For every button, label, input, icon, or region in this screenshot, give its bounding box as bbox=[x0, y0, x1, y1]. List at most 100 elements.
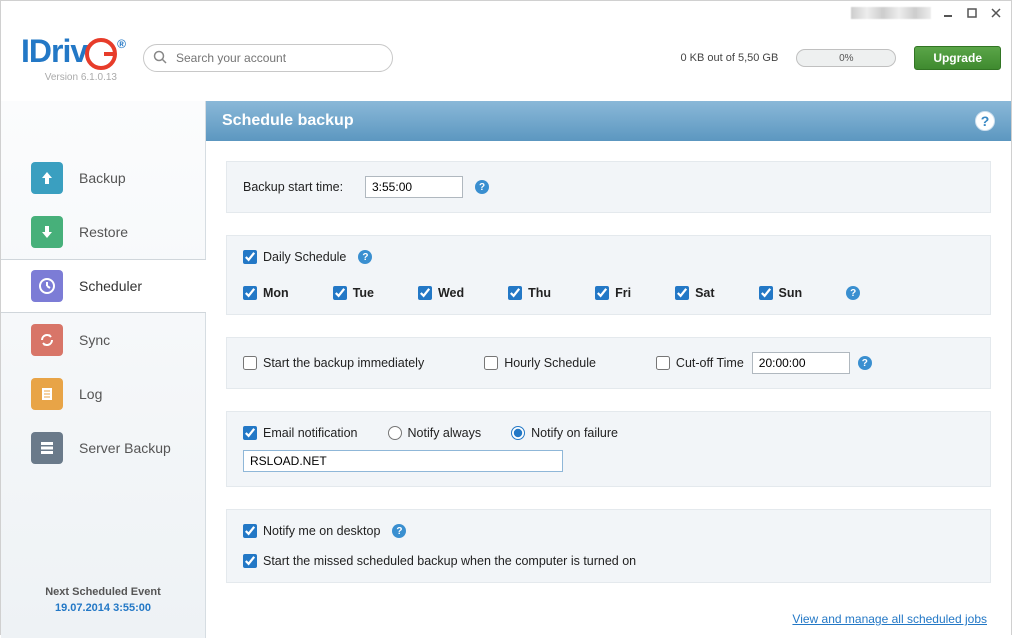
logo: IDriv® bbox=[21, 33, 125, 70]
next-event-label: Next Scheduled Event bbox=[1, 586, 205, 598]
storage-meter: 0% bbox=[796, 49, 896, 67]
logo-reg: ® bbox=[117, 37, 125, 51]
footer: View and manage all scheduled jobs bbox=[206, 606, 1011, 638]
immediate-input[interactable] bbox=[243, 356, 257, 370]
missed-backup-checkbox[interactable]: Start the missed scheduled backup when t… bbox=[243, 554, 636, 568]
notify-failure-radio[interactable]: Notify on failure bbox=[511, 426, 618, 440]
logo-block: IDriv® Version 6.1.0.13 bbox=[21, 33, 125, 83]
search-input[interactable] bbox=[143, 44, 393, 72]
immediate-checkbox[interactable]: Start the backup immediately bbox=[243, 356, 424, 370]
info-icon[interactable]: ? bbox=[846, 286, 860, 300]
sidebar-item-label: Log bbox=[79, 386, 102, 402]
app-header: IDriv® Version 6.1.0.13 0 KB out of 5,50… bbox=[1, 25, 1011, 101]
sync-icon bbox=[31, 324, 63, 356]
restore-icon bbox=[31, 216, 63, 248]
daily-schedule-label: Daily Schedule bbox=[263, 250, 346, 264]
notify-always-radio[interactable]: Notify always bbox=[388, 426, 482, 440]
sidebar-item-label: Server Backup bbox=[79, 440, 171, 456]
day-label: Tue bbox=[353, 286, 374, 300]
panel-email: Email notification Notify always Notify … bbox=[226, 411, 991, 487]
window-titlebar bbox=[1, 1, 1011, 25]
hourly-label: Hourly Schedule bbox=[504, 356, 596, 370]
server-icon bbox=[31, 432, 63, 464]
day-input-mon[interactable] bbox=[243, 286, 257, 300]
storage-text: 0 KB out of 5,50 GB bbox=[680, 52, 778, 64]
day-checkbox-tue[interactable]: Tue bbox=[333, 286, 374, 300]
hourly-input[interactable] bbox=[484, 356, 498, 370]
desktop-notify-input[interactable] bbox=[243, 524, 257, 538]
day-input-thu[interactable] bbox=[508, 286, 522, 300]
sidebar-item-sync[interactable]: Sync bbox=[1, 313, 205, 367]
day-label: Sat bbox=[695, 286, 714, 300]
missed-backup-label: Start the missed scheduled backup when t… bbox=[263, 554, 636, 568]
info-icon[interactable]: ? bbox=[475, 180, 489, 194]
panel-daily-schedule: Daily Schedule ? Mon Tue Wed Thu Fri Sat Sun? bbox=[226, 235, 991, 315]
day-label: Sun bbox=[779, 286, 803, 300]
days-row: Mon Tue Wed Thu Fri Sat Sun? bbox=[243, 286, 974, 300]
notify-always-label: Notify always bbox=[408, 426, 482, 440]
day-checkbox-wed[interactable]: Wed bbox=[418, 286, 464, 300]
info-icon[interactable]: ? bbox=[358, 250, 372, 264]
maximize-button[interactable] bbox=[965, 6, 979, 20]
day-label: Fri bbox=[615, 286, 631, 300]
daily-schedule-checkbox[interactable]: Daily Schedule bbox=[243, 250, 346, 264]
cutoff-label: Cut-off Time bbox=[676, 356, 744, 370]
day-label: Thu bbox=[528, 286, 551, 300]
day-checkbox-fri[interactable]: Fri bbox=[595, 286, 631, 300]
sidebar-item-label: Backup bbox=[79, 170, 126, 186]
email-notification-checkbox[interactable]: Email notification bbox=[243, 426, 358, 440]
account-name-redacted bbox=[851, 7, 931, 19]
page-title: Schedule backup bbox=[222, 112, 354, 130]
daily-schedule-input[interactable] bbox=[243, 250, 257, 264]
main-panel: Schedule backup ? Backup start time: ? D… bbox=[205, 101, 1011, 638]
desktop-notify-checkbox[interactable]: Notify me on desktop bbox=[243, 524, 380, 538]
minimize-button[interactable] bbox=[941, 6, 955, 20]
help-icon[interactable]: ? bbox=[975, 111, 995, 131]
day-checkbox-mon[interactable]: Mon bbox=[243, 286, 289, 300]
notify-failure-label: Notify on failure bbox=[531, 426, 618, 440]
day-checkbox-thu[interactable]: Thu bbox=[508, 286, 551, 300]
panel-start-time: Backup start time: ? bbox=[226, 161, 991, 213]
email-input[interactable] bbox=[243, 450, 563, 472]
next-event-time: 19.07.2014 3:55:00 bbox=[1, 602, 205, 614]
close-button[interactable] bbox=[989, 6, 1003, 20]
info-icon[interactable]: ? bbox=[858, 356, 872, 370]
search-icon bbox=[153, 50, 167, 69]
day-label: Mon bbox=[263, 286, 289, 300]
sidebar-item-scheduler[interactable]: Scheduler bbox=[1, 259, 206, 313]
day-input-sun[interactable] bbox=[759, 286, 773, 300]
sidebar-item-restore[interactable]: Restore bbox=[1, 205, 205, 259]
next-scheduled-event: Next Scheduled Event 19.07.2014 3:55:00 bbox=[1, 586, 205, 614]
immediate-label: Start the backup immediately bbox=[263, 356, 424, 370]
day-input-fri[interactable] bbox=[595, 286, 609, 300]
info-icon[interactable]: ? bbox=[392, 524, 406, 538]
cutoff-checkbox[interactable]: Cut-off Time bbox=[656, 356, 744, 370]
cutoff-input[interactable] bbox=[656, 356, 670, 370]
day-input-wed[interactable] bbox=[418, 286, 432, 300]
sidebar-item-label: Sync bbox=[79, 332, 110, 348]
logo-e-icon bbox=[85, 38, 117, 70]
email-notification-input[interactable] bbox=[243, 426, 257, 440]
sidebar-item-backup[interactable]: Backup bbox=[1, 151, 205, 205]
version-label: Version 6.1.0.13 bbox=[21, 72, 125, 83]
page-header: Schedule backup ? bbox=[206, 101, 1011, 141]
search-wrap bbox=[143, 44, 393, 72]
day-input-sat[interactable] bbox=[675, 286, 689, 300]
desktop-notify-label: Notify me on desktop bbox=[263, 524, 380, 538]
notify-always-input[interactable] bbox=[388, 426, 402, 440]
missed-backup-input[interactable] bbox=[243, 554, 257, 568]
day-checkbox-sun[interactable]: Sun bbox=[759, 286, 803, 300]
email-notification-label: Email notification bbox=[263, 426, 358, 440]
upgrade-button[interactable]: Upgrade bbox=[914, 46, 1001, 70]
sidebar-item-log[interactable]: Log bbox=[1, 367, 205, 421]
day-checkbox-sat[interactable]: Sat bbox=[675, 286, 714, 300]
hourly-checkbox[interactable]: Hourly Schedule bbox=[484, 356, 596, 370]
cutoff-time-input[interactable] bbox=[752, 352, 850, 374]
notify-failure-input[interactable] bbox=[511, 426, 525, 440]
manage-jobs-link[interactable]: View and manage all scheduled jobs bbox=[792, 612, 987, 626]
day-input-tue[interactable] bbox=[333, 286, 347, 300]
start-time-label: Backup start time: bbox=[243, 180, 353, 194]
start-time-input[interactable] bbox=[365, 176, 463, 198]
panel-desktop: Notify me on desktop ? Start the missed … bbox=[226, 509, 991, 583]
sidebar-item-server-backup[interactable]: Server Backup bbox=[1, 421, 205, 475]
